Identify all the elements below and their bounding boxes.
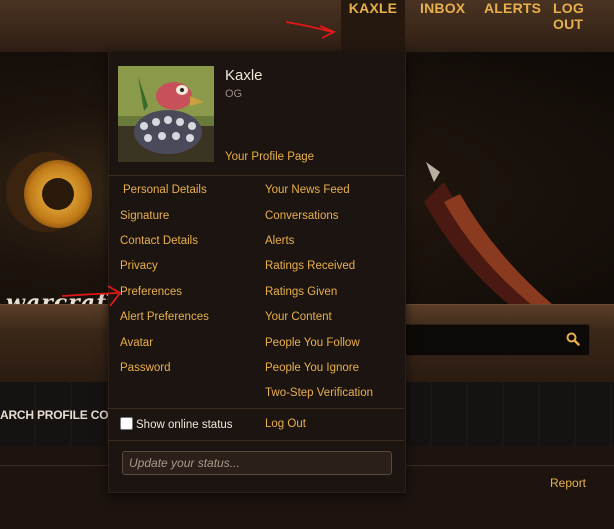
menu-link-people-you-follow[interactable]: People You Follow bbox=[265, 337, 360, 349]
banner-subtitle: warcraft bbox=[6, 290, 118, 304]
menu-link-conversations[interactable]: Conversations bbox=[265, 210, 339, 222]
menu-divider bbox=[108, 408, 404, 409]
report-link[interactable]: Report bbox=[550, 476, 586, 490]
show-online-status-label[interactable]: Show online status bbox=[136, 419, 233, 431]
menu-link-avatar[interactable]: Avatar bbox=[120, 337, 153, 349]
nav-alerts[interactable]: ALERTS bbox=[484, 0, 541, 52]
menu-link-privacy[interactable]: Privacy bbox=[120, 260, 158, 272]
menu-link-contact-details[interactable]: Contact Details bbox=[120, 235, 198, 247]
your-profile-page-link[interactable]: Your Profile Page bbox=[225, 151, 314, 163]
menu-link-signature[interactable]: Signature bbox=[120, 210, 169, 222]
menu-link-ratings-received[interactable]: Ratings Received bbox=[265, 260, 355, 272]
menu-link-log-out[interactable]: Log Out bbox=[265, 418, 306, 430]
user-name[interactable]: Kaxle bbox=[225, 67, 263, 84]
banner-weapon-art bbox=[424, 162, 552, 304]
menu-link-alert-preferences[interactable]: Alert Preferences bbox=[120, 311, 209, 323]
show-online-status-checkbox[interactable] bbox=[120, 417, 133, 430]
user-avatar[interactable] bbox=[118, 66, 214, 162]
menu-link-news-feed[interactable]: Your News Feed bbox=[265, 184, 350, 196]
user-title: OG bbox=[225, 88, 243, 100]
menu-link-alerts[interactable]: Alerts bbox=[265, 235, 294, 247]
menu-link-ratings-given[interactable]: Ratings Given bbox=[265, 286, 337, 298]
update-status-input[interactable] bbox=[122, 451, 392, 475]
menu-divider bbox=[108, 440, 404, 441]
nav-log-out[interactable]: LOG OUT bbox=[553, 0, 614, 52]
nav-account-kaxle[interactable]: KAXLE bbox=[341, 0, 405, 52]
menu-link-your-content[interactable]: Your Content bbox=[265, 311, 332, 323]
menu-link-two-step-verification[interactable]: Two-Step Verification bbox=[265, 387, 373, 399]
menu-link-preferences[interactable]: Preferences bbox=[120, 286, 182, 298]
search-icon[interactable] bbox=[566, 332, 580, 346]
search-input[interactable] bbox=[404, 324, 590, 356]
menu-divider bbox=[108, 175, 404, 176]
menu-link-people-you-ignore[interactable]: People You Ignore bbox=[265, 362, 359, 374]
menu-link-personal-details[interactable]: Personal Details bbox=[123, 184, 207, 196]
nav-inbox[interactable]: INBOX bbox=[420, 0, 465, 52]
menu-link-password[interactable]: Password bbox=[120, 362, 171, 374]
